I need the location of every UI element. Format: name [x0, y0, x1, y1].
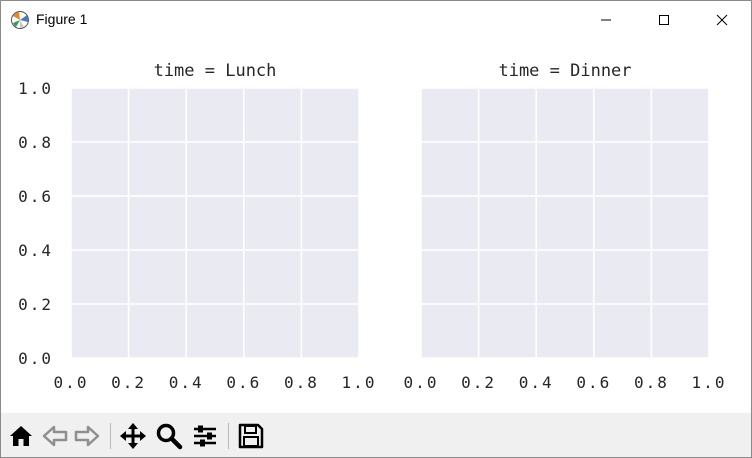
window-title: Figure 1 [36, 11, 88, 27]
home-button[interactable] [7, 422, 35, 450]
maximize-icon [659, 15, 669, 25]
x-tick-label: 0.6 [576, 373, 611, 392]
save-button[interactable] [237, 422, 265, 450]
toolbar-separator [110, 423, 111, 449]
pan-icon [120, 423, 146, 449]
x-tick-label: 0.8 [284, 373, 319, 392]
x-tick-label: 0.0 [404, 373, 439, 392]
save-icon [238, 423, 264, 449]
close-button[interactable] [699, 1, 745, 39]
facet-grid: 0.0 0.2 0.4 0.6 0.8 1.0 0.0 0.2 0.4 0.6 0.8 1.0 time… [18, 61, 727, 392]
navigation-toolbar [1, 413, 751, 457]
axes-background[interactable] [71, 88, 359, 358]
x-tick-label: 0.2 [111, 373, 146, 392]
zoom-button[interactable] [155, 422, 183, 450]
x-tick-label: 1.0 [342, 373, 377, 392]
toolbar-separator [228, 423, 229, 449]
forward-button[interactable] [73, 422, 101, 450]
minimize-button[interactable] [583, 1, 629, 39]
maximize-button[interactable] [641, 1, 687, 39]
facet-lunch: 0.0 0.2 0.4 0.6 0.8 1.0 0.0 0.2 0.4 0.6 0.8 1.0 time… [18, 61, 377, 392]
facet-title: time = Dinner [498, 61, 631, 81]
y-tick-label: 0.6 [18, 187, 53, 206]
zoom-icon [156, 423, 183, 450]
x-tick-label: 0.4 [169, 373, 204, 392]
x-tick-label: 0.0 [54, 373, 89, 392]
y-tick-label: 0.2 [18, 295, 53, 314]
close-icon [716, 14, 728, 26]
figure-window: Figure 1 0.0 0.2 0.4 0.6 0.8 1.0 0.0 0.2 0.4 0.6 0… [0, 0, 752, 458]
y-tick-label: 0.0 [18, 349, 53, 368]
x-tick-label: 0.8 [634, 373, 669, 392]
title-bar: Figure 1 [1, 1, 751, 39]
axes-background[interactable] [421, 88, 709, 358]
home-icon [10, 426, 32, 446]
x-tick-label: 1.0 [692, 373, 727, 392]
x-tick-label: 0.2 [461, 373, 496, 392]
figure-canvas[interactable]: 0.0 0.2 0.4 0.6 0.8 1.0 0.0 0.2 0.4 0.6 0.8 1.0 time… [1, 39, 751, 413]
forward-icon [74, 425, 100, 447]
pan-button[interactable] [119, 422, 147, 450]
matplotlib-icon [11, 11, 29, 29]
back-button[interactable] [41, 422, 69, 450]
y-tick-label: 1.0 [18, 79, 53, 98]
facet-dinner: 0.0 0.2 0.4 0.6 0.8 1.0 time = Dinner [404, 61, 727, 392]
configure-subplots-button[interactable] [191, 422, 219, 450]
facet-title: time = Lunch [154, 61, 277, 81]
x-tick-label: 0.6 [226, 373, 261, 392]
x-tick-label: 0.4 [519, 373, 554, 392]
y-tick-label: 0.8 [18, 133, 53, 152]
minimize-icon [601, 19, 611, 21]
configure-subplots-icon [194, 425, 216, 447]
back-icon [42, 425, 68, 447]
y-tick-label: 0.4 [18, 241, 53, 260]
